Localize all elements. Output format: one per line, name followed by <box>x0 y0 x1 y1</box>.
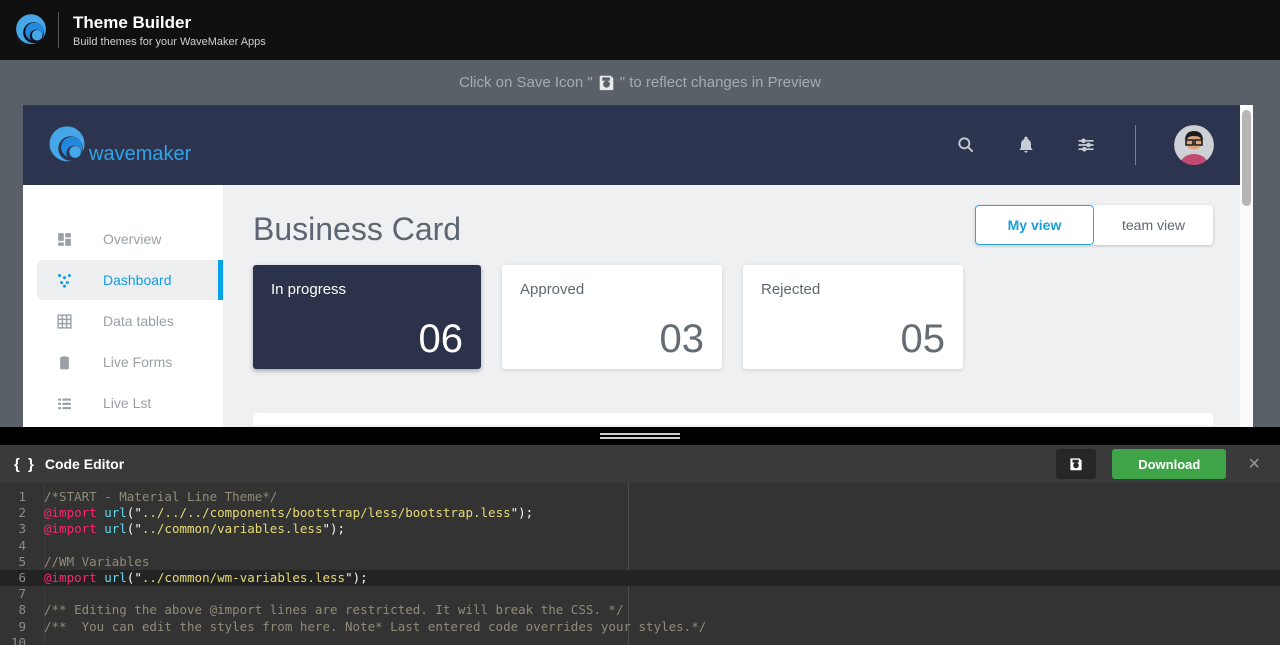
sliders-icon[interactable] <box>1075 134 1097 156</box>
download-button[interactable]: Download <box>1112 449 1226 479</box>
page-title: Theme Builder <box>73 12 266 33</box>
line-content: @import url("../common/variables.less"); <box>38 521 345 537</box>
code-editor-header: { } Code Editor Download × <box>0 445 1280 483</box>
sidebar-item-data-tables[interactable]: Data tables <box>23 301 223 341</box>
code-lines: 1/*START - Material Line Theme*/2@import… <box>0 483 1280 645</box>
preview-scrollbar[interactable] <box>1240 105 1253 427</box>
navbar-divider <box>1135 125 1136 165</box>
sidebar-item-live-forms[interactable]: Live Forms <box>23 342 223 382</box>
wavemaker-logo-icon <box>10 9 52 51</box>
card-value: 03 <box>660 319 705 359</box>
clipboard-icon <box>55 353 73 371</box>
code-line[interactable]: 4 <box>0 538 1280 554</box>
line-content <box>38 635 44 645</box>
app-header: Theme Builder Build themes for your Wave… <box>0 0 1280 60</box>
panel-splitter[interactable] <box>0 427 1280 445</box>
card-value: 06 <box>419 319 464 359</box>
save-hint-banner: Click on Save Icon " " to reflect change… <box>0 60 1280 105</box>
code-line[interactable]: 7 <box>0 586 1280 602</box>
line-content: /*START - Material Line Theme*/ <box>38 489 277 505</box>
sidebar-item-overview[interactable]: Overview <box>23 219 223 259</box>
avatar[interactable] <box>1174 125 1214 165</box>
page-subtitle: Build themes for your WaveMaker Apps <box>73 36 266 48</box>
code-line[interactable]: 8/** Editing the above @import lines are… <box>0 602 1280 618</box>
app-preview-zone: wavemaker <box>0 105 1280 427</box>
header-divider <box>58 12 59 48</box>
line-number: 2 <box>0 505 38 521</box>
preview-sidebar: Overview Dashboard Data tables Live Forms Li… <box>23 185 223 427</box>
code-editor-area[interactable]: 1/*START - Material Line Theme*/2@import… <box>0 483 1280 645</box>
splitter-drag-handle[interactable] <box>600 433 680 441</box>
line-number: 9 <box>0 619 38 635</box>
sidebar-item-label: Dashboard <box>103 272 172 288</box>
dashboard-icon <box>55 271 73 289</box>
bell-icon[interactable] <box>1015 134 1037 156</box>
card-value: 05 <box>901 319 946 359</box>
line-content: /** You can edit the styles from here. N… <box>38 619 706 635</box>
sidebar-item-label: Overview <box>103 231 161 247</box>
sidebar-item-dashboard[interactable]: Dashboard <box>37 260 223 300</box>
card-rejected[interactable]: Rejected 05 <box>743 265 963 369</box>
table-panel-top <box>253 413 1213 425</box>
table-icon <box>55 312 73 330</box>
wavemaker-brand-icon <box>39 117 95 173</box>
banner-text-before: Click on Save Icon " <box>459 74 593 91</box>
sidebar-item-label: Data tables <box>103 313 174 329</box>
toggle-my-view[interactable]: My view <box>975 205 1094 245</box>
code-line[interactable]: 1/*START - Material Line Theme*/ <box>0 489 1280 505</box>
search-icon[interactable] <box>955 134 977 156</box>
line-number: 1 <box>0 489 38 505</box>
code-line[interactable]: 6@import url("../common/wm-variables.les… <box>0 570 1280 586</box>
toggle-team-view[interactable]: team view <box>1094 205 1213 245</box>
close-icon[interactable]: × <box>1242 454 1266 474</box>
line-number: 8 <box>0 602 38 618</box>
line-content: @import url("../../../components/bootstr… <box>38 505 533 521</box>
sidebar-item-label: Live Forms <box>103 354 172 370</box>
card-label: In progress <box>271 281 463 298</box>
line-content: /** Editing the above @import lines are … <box>38 602 623 618</box>
line-number: 7 <box>0 586 38 602</box>
code-line[interactable]: 2@import url("../../../components/bootst… <box>0 505 1280 521</box>
overview-icon <box>55 230 73 248</box>
status-cards: In progress 06 Approved 03 Rejected 05 <box>253 265 1240 369</box>
card-in-progress[interactable]: In progress 06 <box>253 265 481 369</box>
app-preview-window: wavemaker <box>23 105 1240 427</box>
code-line[interactable]: 9/** You can edit the styles from here. … <box>0 619 1280 635</box>
code-editor-title: Code Editor <box>45 456 124 472</box>
sidebar-item-live-lst[interactable]: Live Lst <box>23 383 223 423</box>
scrollbar-thumb[interactable] <box>1242 110 1251 206</box>
code-line[interactable]: 5//WM Variables <box>0 554 1280 570</box>
line-number: 10 <box>0 635 38 645</box>
brand-name: wavemaker <box>89 143 191 166</box>
view-toggle: My viewteam view <box>975 205 1213 245</box>
card-label: Approved <box>520 281 704 298</box>
banner-text-after: " to reflect changes in Preview <box>620 74 821 91</box>
line-number: 5 <box>0 554 38 570</box>
sidebar-item-label: Live Lst <box>103 395 151 411</box>
code-line[interactable]: 10 <box>0 635 1280 645</box>
line-content <box>38 538 44 554</box>
list-icon <box>55 394 73 412</box>
line-content: @import url("../common/wm-variables.less… <box>38 570 368 586</box>
preview-content: Business Card My viewteam view In progre… <box>223 185 1240 427</box>
save-button[interactable] <box>1056 449 1096 479</box>
line-number: 4 <box>0 538 38 554</box>
preview-navbar: wavemaker <box>23 105 1240 185</box>
line-content <box>38 586 44 602</box>
line-number: 6 <box>0 570 38 586</box>
card-label: Rejected <box>761 281 945 298</box>
code-line[interactable]: 3@import url("../common/variables.less")… <box>0 521 1280 537</box>
braces-icon: { } <box>14 456 36 473</box>
theme-builder-app: Theme Builder Build themes for your Wave… <box>0 0 1280 645</box>
line-number: 3 <box>0 521 38 537</box>
save-icon <box>598 74 615 91</box>
line-content: //WM Variables <box>38 554 149 570</box>
card-approved[interactable]: Approved 03 <box>502 265 722 369</box>
